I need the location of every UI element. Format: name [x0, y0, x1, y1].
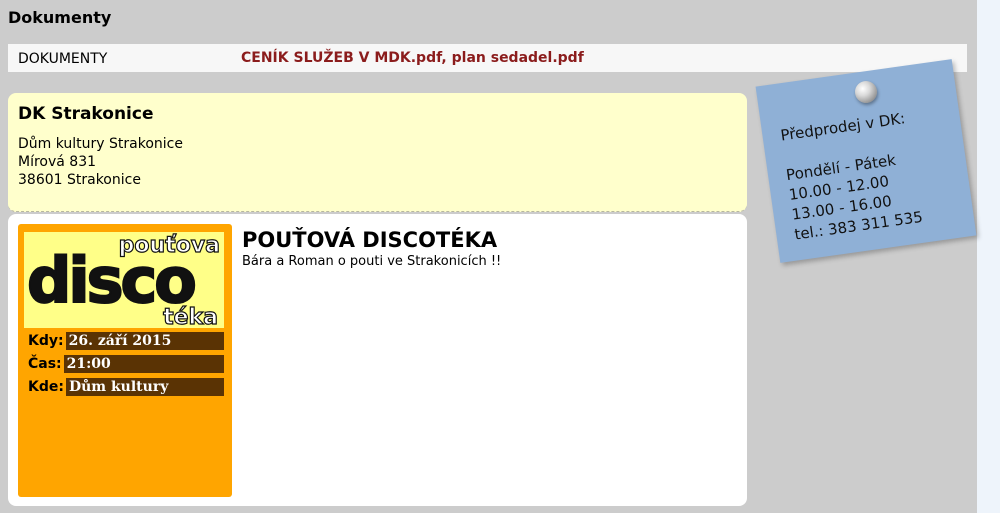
venue-name-line: Dům kultury Strakonice: [18, 136, 183, 152]
documents-links: CENÍK SLUŽEB V MDK.pdf, plan sedadel.pdf: [241, 50, 584, 66]
venue-street-line: Mírová 831: [18, 154, 97, 170]
poster-text-bottom: téka: [163, 305, 218, 328]
event-description: Bára a Roman o pouti ve Strakonicích !!: [242, 254, 502, 269]
documents-label: DOKUMENTY: [18, 51, 108, 67]
page-title: Dokumenty: [8, 8, 112, 27]
event-box: pouťova disco téka Kdy: 26. září 2015 Čas…: [8, 214, 747, 506]
document-link-seating-plan[interactable]: plan sedadel.pdf: [452, 50, 584, 66]
venue-address: Dům kultury Strakonice Mírová 831 38601 …: [18, 135, 183, 189]
document-link-price-list[interactable]: CENÍK SLUŽEB V MDK.pdf: [241, 50, 441, 66]
pushpin-icon: [855, 81, 877, 103]
event-date-row: Kdy: 26. září 2015: [24, 332, 224, 350]
event-time-label: Čas:: [24, 355, 64, 373]
event-date-value: 26. září 2015: [68, 333, 172, 349]
event-time-value: 21:00: [66, 356, 111, 372]
event-poster-image[interactable]: pouťova disco téka: [24, 232, 224, 328]
event-date-label: Kdy:: [24, 332, 66, 350]
event-place-label: Kde:: [24, 378, 66, 396]
documents-bar: DOKUMENTY CENÍK SLUŽEB V MDK.pdf, plan s…: [8, 44, 967, 72]
venue-city-line: 38601 Strakonice: [18, 172, 141, 188]
presale-note-text: Předprodej v DK: Pondělí - Pátek 10.00 -…: [779, 108, 924, 245]
event-place-row: Kde: Dům kultury: [24, 378, 224, 396]
event-time-row: Čas: 21:00: [24, 355, 224, 373]
venue-title: DK Strakonice: [18, 104, 154, 124]
poster-graphic: pouťova disco téka: [24, 232, 224, 328]
event-place-value: Dům kultury: [68, 379, 169, 395]
documents-separator: ,: [441, 50, 452, 66]
event-card: pouťova disco téka Kdy: 26. září 2015 Čas…: [18, 224, 232, 497]
event-title[interactable]: POUŤOVÁ DISCOTÉKA: [242, 228, 497, 252]
right-page-strip: [977, 0, 1000, 513]
venue-info-box: DK Strakonice Dům kultury Strakonice Mír…: [8, 93, 747, 212]
